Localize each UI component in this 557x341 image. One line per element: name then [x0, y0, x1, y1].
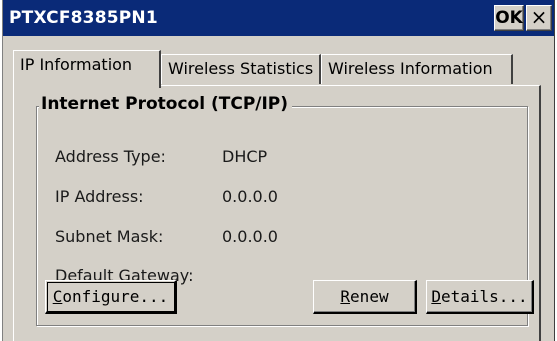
renew-label: enew — [350, 287, 389, 306]
details-button[interactable]: Details... — [426, 280, 534, 314]
details-label: etails... — [440, 287, 528, 306]
ip-address-value: 0.0.0.0 — [222, 187, 278, 206]
tab-strip: IP Information Wireless Statistics Wirel… — [3, 36, 554, 88]
window-title: PTXCF8385PN1 — [9, 8, 158, 28]
ok-button[interactable]: OK — [494, 5, 524, 31]
address-type-label: Address Type: — [55, 147, 166, 166]
ip-address-label: IP Address: — [55, 187, 144, 206]
renew-mnemonic: R — [340, 287, 351, 306]
tab-wireless-information[interactable]: Wireless Information — [321, 54, 513, 84]
subnet-mask-label: Subnet Mask: — [55, 227, 164, 246]
tab-ip-information[interactable]: IP Information — [13, 50, 161, 88]
tab-wireless-statistics[interactable]: Wireless Statistics — [161, 54, 321, 84]
configure-label: onfigure... — [62, 287, 169, 306]
dialog-window: PTXCF8385PN1 OK × IP Information Wireles… — [2, 0, 555, 341]
address-type-value: DHCP — [222, 147, 268, 166]
title-bar: PTXCF8385PN1 OK × — [3, 0, 554, 36]
renew-button[interactable]: Renew — [313, 280, 417, 314]
configure-button[interactable]: Configure... — [45, 280, 177, 314]
subnet-mask-value: 0.0.0.0 — [222, 227, 278, 246]
groupbox-title: Internet Protocol (TCP/IP) — [39, 94, 293, 114]
tab-panel: Internet Protocol (TCP/IP) Address Type:… — [13, 85, 541, 341]
configure-mnemonic: C — [52, 287, 63, 306]
close-button[interactable]: × — [526, 5, 552, 31]
details-mnemonic: D — [431, 287, 441, 306]
